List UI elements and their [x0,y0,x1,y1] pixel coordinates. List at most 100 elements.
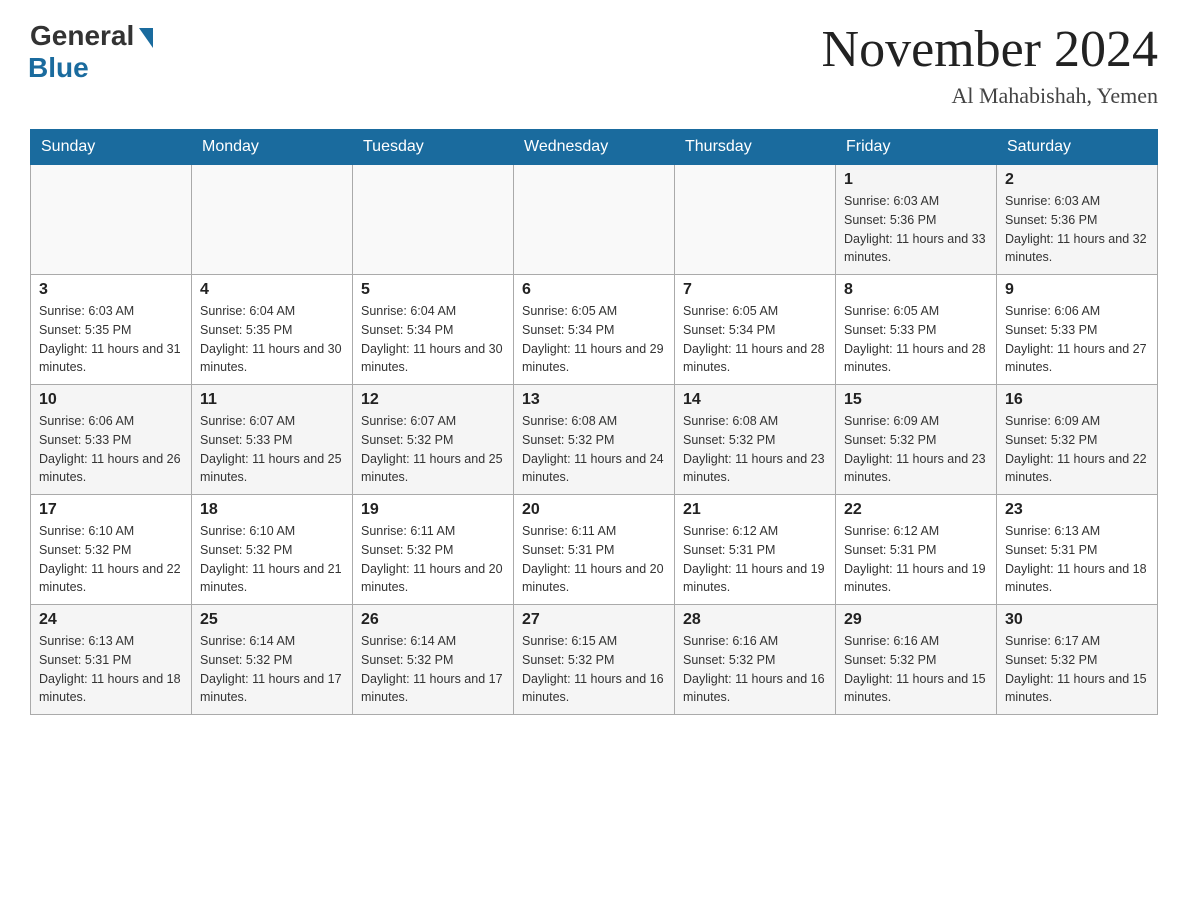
day-number: 9 [1005,281,1149,299]
day-number: 28 [683,611,827,629]
table-row: 29Sunrise: 6:16 AM Sunset: 5:32 PM Dayli… [836,605,997,715]
day-info: Sunrise: 6:09 AM Sunset: 5:32 PM Dayligh… [1005,412,1149,487]
table-row: 16 Sunrise: 6:09 AM Sunset: 5:32 PM Dayli… [997,385,1158,495]
table-row: 23 Sunrise: 6:13 AM Sunset: 5:31 PM Dayli… [997,495,1158,605]
day-number: 10 [39,391,183,409]
calendar-table: Sunday Monday Tuesday Wednesday Thursday… [30,129,1158,715]
table-row: 25Sunrise: 6:14 AM Sunset: 5:32 PM Dayli… [192,605,353,715]
calendar-week-2: 3 Sunrise: 6:03 AM Sunset: 5:35 PM Daylig… [31,275,1158,385]
table-row: 2 Sunrise: 6:03 AM Sunset: 5:36 PM Daylig… [997,165,1158,275]
page-header: General Blue November 2024 Al Mahabishah… [30,20,1158,109]
calendar-week-3: 10 Sunrise: 6:06 AM Sunset: 5:33 PM Dayli… [31,385,1158,495]
day-number: 25 [200,611,344,629]
table-row [514,165,675,275]
day-info: Sunrise: 6:03 AM Sunset: 5:35 PM Dayligh… [39,302,183,377]
day-info: Sunrise: 6:16 AM Sunset: 5:32 PM Dayligh… [844,632,988,707]
table-row: 22 Sunrise: 6:12 AM Sunset: 5:31 PM Dayli… [836,495,997,605]
day-number: 8 [844,281,988,299]
day-number: 18 [200,501,344,519]
table-row: 19 Sunrise: 6:11 AM Sunset: 5:32 PM Dayli… [353,495,514,605]
day-number: 22 [844,501,988,519]
col-wednesday: Wednesday [514,130,675,165]
table-row: 3 Sunrise: 6:03 AM Sunset: 5:35 PM Daylig… [31,275,192,385]
day-number: 27 [522,611,666,629]
logo: General Blue [30,20,153,84]
calendar-week-1: 1Sunrise: 6:03 AM Sunset: 5:36 PM Daylig… [31,165,1158,275]
day-info: Sunrise: 6:07 AM Sunset: 5:33 PM Dayligh… [200,412,344,487]
table-row: 11Sunrise: 6:07 AM Sunset: 5:33 PM Dayli… [192,385,353,495]
table-row: 8 Sunrise: 6:05 AM Sunset: 5:33 PM Daylig… [836,275,997,385]
calendar-week-5: 24 Sunrise: 6:13 AM Sunset: 5:31 PM Dayli… [31,605,1158,715]
day-number: 13 [522,391,666,409]
table-row: 20 Sunrise: 6:11 AM Sunset: 5:31 PM Dayli… [514,495,675,605]
col-monday: Monday [192,130,353,165]
day-info: Sunrise: 6:17 AM Sunset: 5:32 PM Dayligh… [1005,632,1149,707]
table-row: 28 Sunrise: 6:16 AM Sunset: 5:32 PM Dayli… [675,605,836,715]
month-title: November 2024 [822,20,1158,79]
day-number: 2 [1005,171,1149,189]
table-row: 1Sunrise: 6:03 AM Sunset: 5:36 PM Daylig… [836,165,997,275]
header-right: November 2024 Al Mahabishah, Yemen [822,20,1158,109]
day-info: Sunrise: 6:10 AM Sunset: 5:32 PM Dayligh… [200,522,344,597]
table-row: 21Sunrise: 6:12 AM Sunset: 5:31 PM Dayli… [675,495,836,605]
day-info: Sunrise: 6:06 AM Sunset: 5:33 PM Dayligh… [1005,302,1149,377]
day-number: 20 [522,501,666,519]
day-number: 26 [361,611,505,629]
day-number: 12 [361,391,505,409]
table-row: 5Sunrise: 6:04 AM Sunset: 5:34 PM Daylig… [353,275,514,385]
day-info: Sunrise: 6:16 AM Sunset: 5:32 PM Dayligh… [683,632,827,707]
logo-general-text: General [30,20,134,52]
day-info: Sunrise: 6:08 AM Sunset: 5:32 PM Dayligh… [683,412,827,487]
day-number: 14 [683,391,827,409]
calendar-week-4: 17 Sunrise: 6:10 AM Sunset: 5:32 PM Dayli… [31,495,1158,605]
table-row: 17 Sunrise: 6:10 AM Sunset: 5:32 PM Dayli… [31,495,192,605]
table-row [675,165,836,275]
day-info: Sunrise: 6:06 AM Sunset: 5:33 PM Dayligh… [39,412,183,487]
day-info: Sunrise: 6:04 AM Sunset: 5:35 PM Dayligh… [200,302,344,377]
day-number: 15 [844,391,988,409]
day-number: 3 [39,281,183,299]
day-number: 6 [522,281,666,299]
day-info: Sunrise: 6:13 AM Sunset: 5:31 PM Dayligh… [1005,522,1149,597]
logo-arrow-icon [139,28,153,48]
table-row: 13 Sunrise: 6:08 AM Sunset: 5:32 PM Dayli… [514,385,675,495]
day-number: 24 [39,611,183,629]
day-info: Sunrise: 6:12 AM Sunset: 5:31 PM Dayligh… [844,522,988,597]
col-thursday: Thursday [675,130,836,165]
day-info: Sunrise: 6:13 AM Sunset: 5:31 PM Dayligh… [39,632,183,707]
day-info: Sunrise: 6:12 AM Sunset: 5:31 PM Dayligh… [683,522,827,597]
day-number: 16 [1005,391,1149,409]
table-row: 7 Sunrise: 6:05 AM Sunset: 5:34 PM Daylig… [675,275,836,385]
table-row: 14 Sunrise: 6:08 AM Sunset: 5:32 PM Dayli… [675,385,836,495]
day-info: Sunrise: 6:11 AM Sunset: 5:31 PM Dayligh… [522,522,666,597]
day-info: Sunrise: 6:03 AM Sunset: 5:36 PM Dayligh… [844,192,988,267]
logo-blue-text: Blue [28,52,89,84]
day-info: Sunrise: 6:11 AM Sunset: 5:32 PM Dayligh… [361,522,505,597]
day-info: Sunrise: 6:10 AM Sunset: 5:32 PM Dayligh… [39,522,183,597]
day-number: 19 [361,501,505,519]
table-row: 9 Sunrise: 6:06 AM Sunset: 5:33 PM Daylig… [997,275,1158,385]
day-number: 7 [683,281,827,299]
day-info: Sunrise: 6:04 AM Sunset: 5:34 PM Dayligh… [361,302,505,377]
col-saturday: Saturday [997,130,1158,165]
table-row: 4 Sunrise: 6:04 AM Sunset: 5:35 PM Daylig… [192,275,353,385]
day-info: Sunrise: 6:09 AM Sunset: 5:32 PM Dayligh… [844,412,988,487]
calendar-header-row: Sunday Monday Tuesday Wednesday Thursday… [31,130,1158,165]
table-row: 15 Sunrise: 6:09 AM Sunset: 5:32 PM Dayli… [836,385,997,495]
day-number: 23 [1005,501,1149,519]
col-friday: Friday [836,130,997,165]
day-info: Sunrise: 6:05 AM Sunset: 5:33 PM Dayligh… [844,302,988,377]
day-info: Sunrise: 6:08 AM Sunset: 5:32 PM Dayligh… [522,412,666,487]
day-info: Sunrise: 6:05 AM Sunset: 5:34 PM Dayligh… [683,302,827,377]
day-info: Sunrise: 6:07 AM Sunset: 5:32 PM Dayligh… [361,412,505,487]
table-row: 10 Sunrise: 6:06 AM Sunset: 5:33 PM Dayli… [31,385,192,495]
day-info: Sunrise: 6:03 AM Sunset: 5:36 PM Dayligh… [1005,192,1149,267]
day-info: Sunrise: 6:05 AM Sunset: 5:34 PM Dayligh… [522,302,666,377]
table-row: 12 Sunrise: 6:07 AM Sunset: 5:32 PM Dayli… [353,385,514,495]
day-number: 17 [39,501,183,519]
table-row [31,165,192,275]
table-row: 27Sunrise: 6:15 AM Sunset: 5:32 PM Dayli… [514,605,675,715]
table-row: 24 Sunrise: 6:13 AM Sunset: 5:31 PM Dayli… [31,605,192,715]
table-row: 26Sunrise: 6:14 AM Sunset: 5:32 PM Dayli… [353,605,514,715]
day-number: 4 [200,281,344,299]
